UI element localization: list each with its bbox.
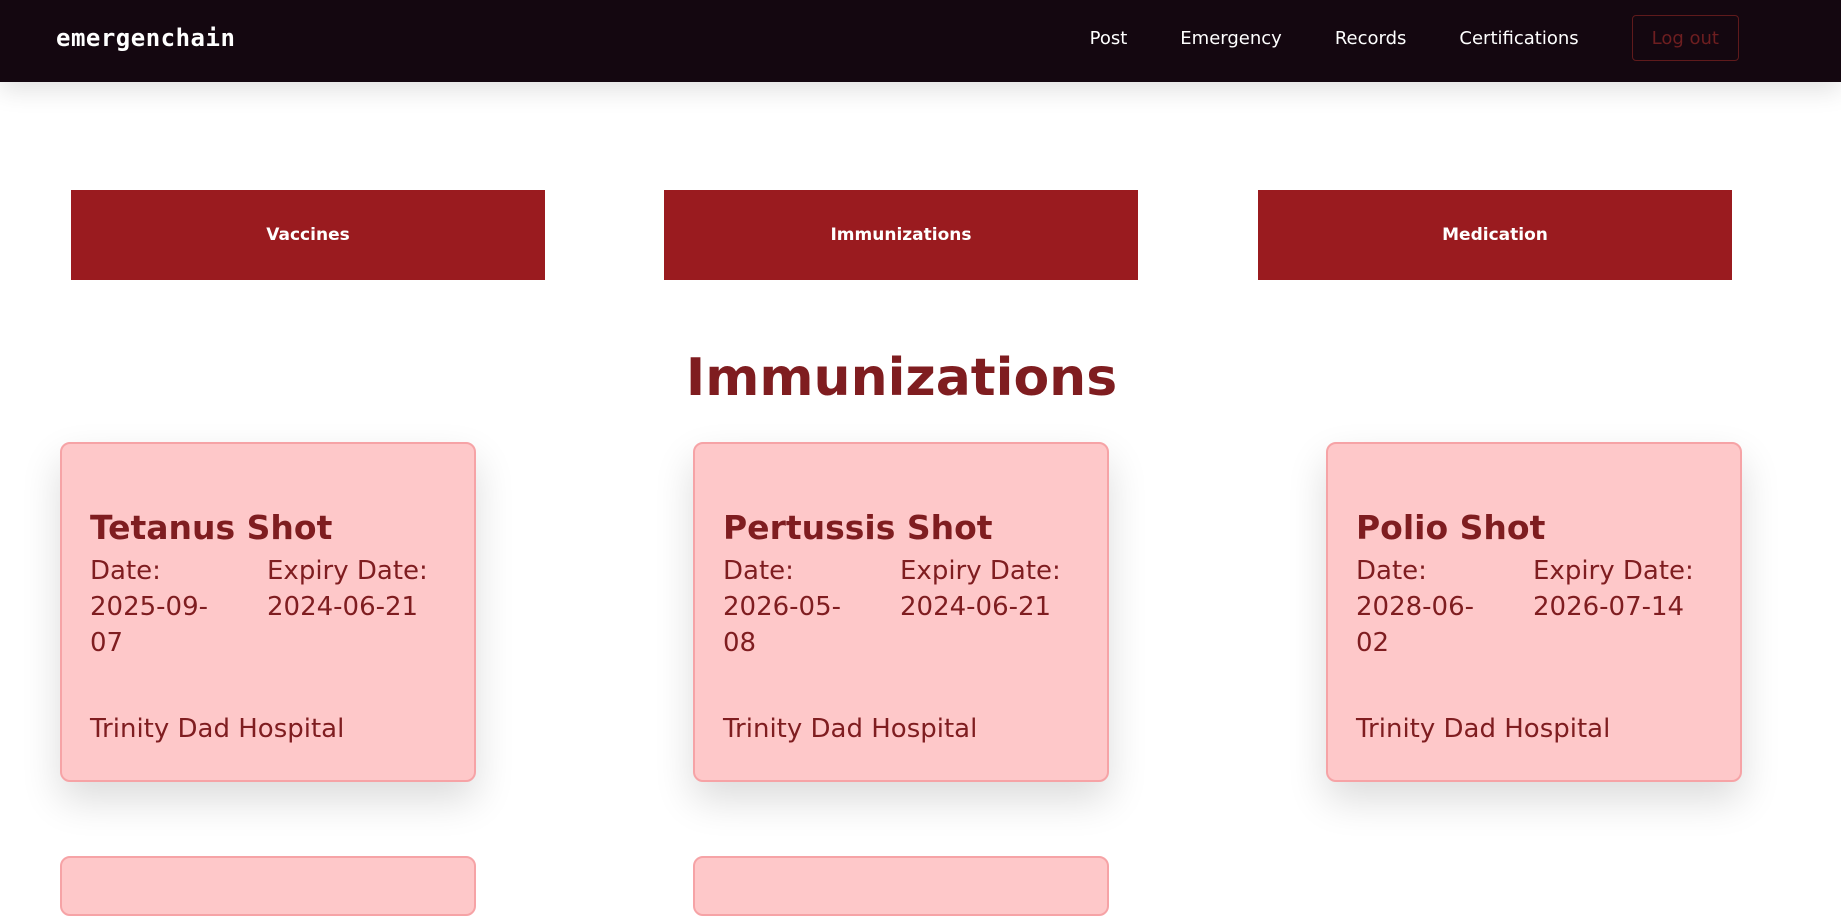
card-date: Date: 2025-09- 07	[90, 553, 240, 661]
card-hospital: Trinity Dad Hospital	[90, 714, 345, 744]
nav-link-certifications[interactable]: Certifications	[1459, 28, 1578, 49]
top-navbar: emergenchain Post Emergency Records Cert…	[0, 0, 1841, 82]
card-expiry-label: Expiry Date:	[900, 556, 1061, 586]
tab-vaccines[interactable]: Vaccines	[71, 190, 545, 280]
card-expiry-value: 2024-06-21	[267, 592, 419, 622]
card-hospital: Trinity Dad Hospital	[723, 714, 978, 744]
card-date-value-line1: 2028-06-	[1356, 592, 1475, 622]
card-date-value-line2: 07	[90, 628, 124, 658]
immunization-card[interactable]: Tetanus Shot Date: 2025-09- 07 Expiry Da…	[60, 442, 476, 782]
nav-link-emergency[interactable]: Emergency	[1180, 28, 1282, 49]
immunization-card-partial[interactable]	[60, 856, 476, 916]
card-date-value-line1: 2026-05-	[723, 592, 842, 622]
card-title: Tetanus Shot	[90, 508, 333, 547]
card-expiry-label: Expiry Date:	[267, 556, 428, 586]
card-date-label: Date:	[90, 556, 161, 586]
logout-button[interactable]: Log out	[1631, 15, 1739, 61]
brand-logo[interactable]: emergenchain	[56, 24, 235, 52]
immunization-card[interactable]: Polio Shot Date: 2028-06- 02 Expiry Date…	[1326, 442, 1742, 782]
card-expiry: Expiry Date: 2024-06-21	[900, 553, 1090, 625]
card-date-value-line2: 08	[723, 628, 757, 658]
tab-immunizations[interactable]: Immunizations	[664, 190, 1138, 280]
card-hospital: Trinity Dad Hospital	[1356, 714, 1611, 744]
card-expiry: Expiry Date: 2024-06-21	[267, 553, 457, 625]
card-title: Polio Shot	[1356, 508, 1546, 547]
card-expiry-value: 2026-07-14	[1533, 592, 1685, 622]
card-date-value-line1: 2025-09-	[90, 592, 209, 622]
immunization-card-partial[interactable]	[693, 856, 1109, 916]
card-date: Date: 2026-05- 08	[723, 553, 873, 661]
card-expiry: Expiry Date: 2026-07-14	[1533, 553, 1723, 625]
card-date-label: Date:	[723, 556, 794, 586]
card-title: Pertussis Shot	[723, 508, 993, 547]
card-expiry-label: Expiry Date:	[1533, 556, 1694, 586]
section-title: Immunizations	[685, 348, 1118, 408]
nav-link-records[interactable]: Records	[1335, 28, 1407, 49]
card-date-value-line2: 02	[1356, 628, 1390, 658]
card-expiry-value: 2024-06-21	[900, 592, 1052, 622]
card-date-label: Date:	[1356, 556, 1427, 586]
tab-medication[interactable]: Medication	[1258, 190, 1732, 280]
nav-link-post[interactable]: Post	[1090, 28, 1128, 49]
card-date: Date: 2028-06- 02	[1356, 553, 1506, 661]
nav-links: Post Emergency Records Certifications Lo…	[1090, 14, 1739, 62]
immunization-card[interactable]: Pertussis Shot Date: 2026-05- 08 Expiry …	[693, 442, 1109, 782]
